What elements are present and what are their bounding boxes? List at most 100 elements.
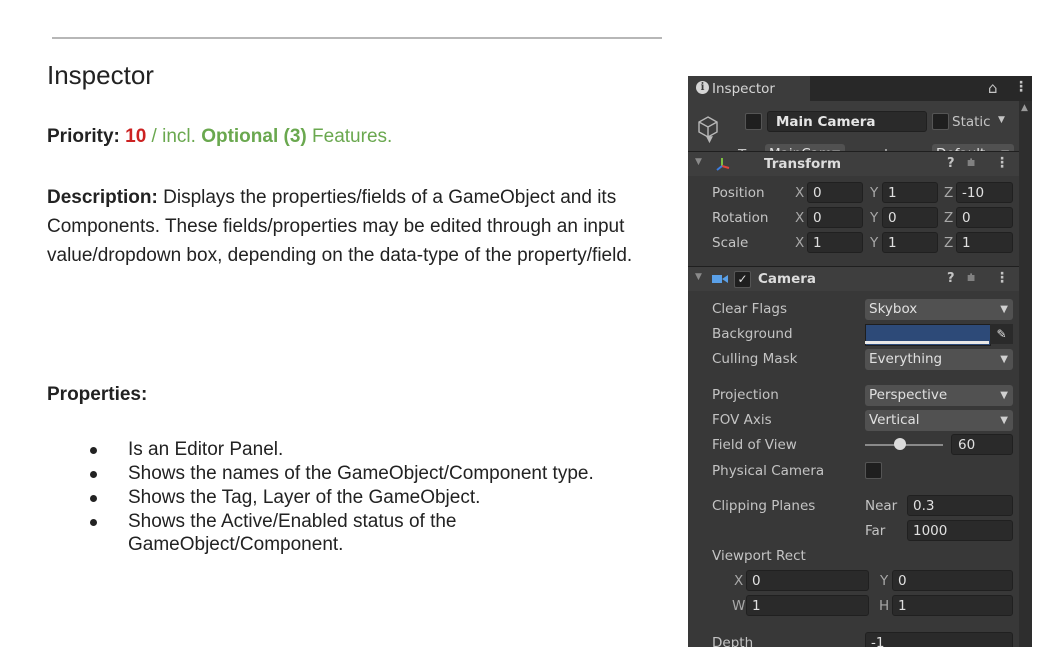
bullet-icon (90, 471, 97, 478)
priority-separator: / incl. (146, 126, 202, 147)
document-page: Inspector Priority: 10 / incl. Optional … (0, 0, 680, 647)
position-label: Position (712, 185, 765, 201)
culling-mask-label: Culling Mask (712, 351, 798, 367)
priority-tail: Features. (306, 126, 393, 147)
lock-icon[interactable]: ⌂ (988, 79, 998, 97)
viewport-y-field[interactable]: 0 (892, 570, 1013, 591)
inspector-panel: i Inspector ⌂ ⋮ ▲ ▼ Main Camera Static ▼… (688, 76, 1032, 647)
camera-title: Camera (758, 271, 817, 287)
axis-y-label[interactable]: Y (870, 185, 878, 201)
clear-flags-dropdown[interactable]: Skybox ▼ (865, 299, 1013, 320)
optional-count: Optional (3) (201, 126, 307, 147)
bullet-icon (90, 495, 97, 502)
position-x-field[interactable]: 0 (807, 182, 863, 203)
axis-x-label[interactable]: X (795, 185, 804, 201)
properties-heading: Properties: (47, 384, 148, 405)
axis-z-label[interactable]: Z (944, 210, 953, 226)
help-icon[interactable]: ? (947, 156, 955, 171)
alpha-bar (865, 341, 989, 344)
properties-list: Is an Editor Panel. Shows the names of t… (82, 438, 648, 557)
camera-header[interactable]: ▼ ✓ Camera ? ⩧ ⋮ (688, 266, 1019, 291)
clear-flags-label: Clear Flags (712, 301, 787, 317)
active-checkbox[interactable] (745, 113, 762, 130)
projection-label: Projection (712, 387, 779, 403)
list-item: Shows the Active/Enabled status of the G… (90, 510, 648, 556)
tab-inspector[interactable]: i Inspector (688, 76, 810, 101)
presets-icon[interactable]: ⩧ (967, 155, 975, 171)
static-dropdown-icon[interactable]: ▼ (998, 115, 1005, 125)
rotation-x-field[interactable]: 0 (807, 207, 863, 228)
transform-icon (716, 158, 730, 171)
transform-header[interactable]: ▼ Transform ? ⩧ ⋮ (688, 151, 1019, 176)
background-label: Background (712, 326, 793, 342)
static-checkbox[interactable] (932, 113, 949, 130)
chevron-down-icon: ▼ (1000, 390, 1008, 401)
object-name-input[interactable]: Main Camera (767, 111, 927, 132)
fov-slider-thumb[interactable] (894, 438, 907, 450)
viewport-w-field[interactable]: 1 (746, 595, 869, 616)
gameobject-header: ▼ Main Camera Static ▼ Tag MainCam▼ Laye… (688, 101, 1019, 165)
list-item: Shows the names of the GameObject/Compon… (90, 462, 648, 485)
axis-y-label[interactable]: Y (880, 573, 888, 589)
clipping-planes-label: Clipping Planes (712, 498, 816, 514)
enabled-checkbox[interactable]: ✓ (734, 271, 751, 288)
tab-bar: i Inspector ⌂ ⋮ (688, 76, 1032, 101)
static-label[interactable]: Static (952, 114, 991, 130)
foldout-icon[interactable]: ▼ (695, 272, 702, 282)
tab-label: Inspector (712, 81, 775, 97)
kebab-menu-icon[interactable]: ⋮ (995, 155, 1009, 171)
viewport-h-field[interactable]: 1 (892, 595, 1013, 616)
scale-z-field[interactable]: 1 (956, 232, 1013, 253)
axis-y-label[interactable]: Y (870, 235, 878, 251)
viewport-rect-label: Viewport Rect (712, 548, 806, 564)
physical-camera-checkbox[interactable] (865, 462, 882, 479)
foldout-icon[interactable]: ▼ (695, 157, 702, 167)
near-label[interactable]: Near (865, 498, 897, 514)
far-label[interactable]: Far (865, 523, 885, 539)
axis-h-label[interactable]: H (879, 598, 889, 614)
axis-y-label[interactable]: Y (870, 210, 878, 226)
eyedropper-icon[interactable]: ✎ (990, 324, 1013, 344)
axis-z-label[interactable]: Z (944, 235, 953, 251)
scrollbar[interactable]: ▲ (1019, 101, 1032, 647)
axis-x-label[interactable]: X (795, 210, 804, 226)
chevron-down-icon[interactable]: ▼ (706, 135, 713, 145)
fov-axis-label: FOV Axis (712, 412, 772, 428)
viewport-x-field[interactable]: 0 (746, 570, 869, 591)
bullet-icon (90, 447, 97, 454)
fov-value-field[interactable]: 60 (951, 434, 1013, 455)
list-item: Is an Editor Panel. (90, 438, 648, 461)
kebab-menu-icon[interactable]: ⋮ (1014, 79, 1028, 95)
culling-mask-dropdown[interactable]: Everything ▼ (865, 349, 1013, 370)
camera-icon (712, 275, 728, 283)
depth-field[interactable]: -1 (865, 632, 1013, 647)
priority-value: 10 (125, 126, 147, 147)
info-icon: i (696, 81, 709, 94)
rotation-z-field[interactable]: 0 (956, 207, 1013, 228)
axis-x-label[interactable]: X (734, 573, 743, 589)
scroll-up-icon[interactable]: ▲ (1021, 103, 1028, 113)
position-y-field[interactable]: 1 (882, 182, 938, 203)
chevron-down-icon: ▼ (1000, 354, 1008, 365)
near-field[interactable]: 0.3 (907, 495, 1013, 516)
chevron-down-icon: ▼ (1000, 415, 1008, 426)
page-title: Inspector (47, 60, 154, 90)
far-field[interactable]: 1000 (907, 520, 1013, 541)
help-icon[interactable]: ? (947, 271, 955, 286)
presets-icon[interactable]: ⩧ (967, 270, 975, 286)
kebab-menu-icon[interactable]: ⋮ (995, 270, 1009, 286)
axis-x-label[interactable]: X (795, 235, 804, 251)
position-z-field[interactable]: -10 (956, 182, 1013, 203)
projection-dropdown[interactable]: Perspective ▼ (865, 385, 1013, 406)
axis-w-label[interactable]: W (732, 598, 745, 614)
scale-label: Scale (712, 235, 749, 251)
transform-title: Transform (764, 156, 842, 172)
scale-y-field[interactable]: 1 (882, 232, 938, 253)
priority-line: Priority: 10 / incl. Optional (3) Featur… (47, 126, 392, 148)
fov-axis-dropdown[interactable]: Vertical ▼ (865, 410, 1013, 431)
scale-x-field[interactable]: 1 (807, 232, 863, 253)
rotation-label: Rotation (712, 210, 769, 226)
rotation-y-field[interactable]: 0 (882, 207, 938, 228)
axis-z-label[interactable]: Z (944, 185, 953, 201)
chevron-down-icon: ▼ (1000, 304, 1008, 315)
